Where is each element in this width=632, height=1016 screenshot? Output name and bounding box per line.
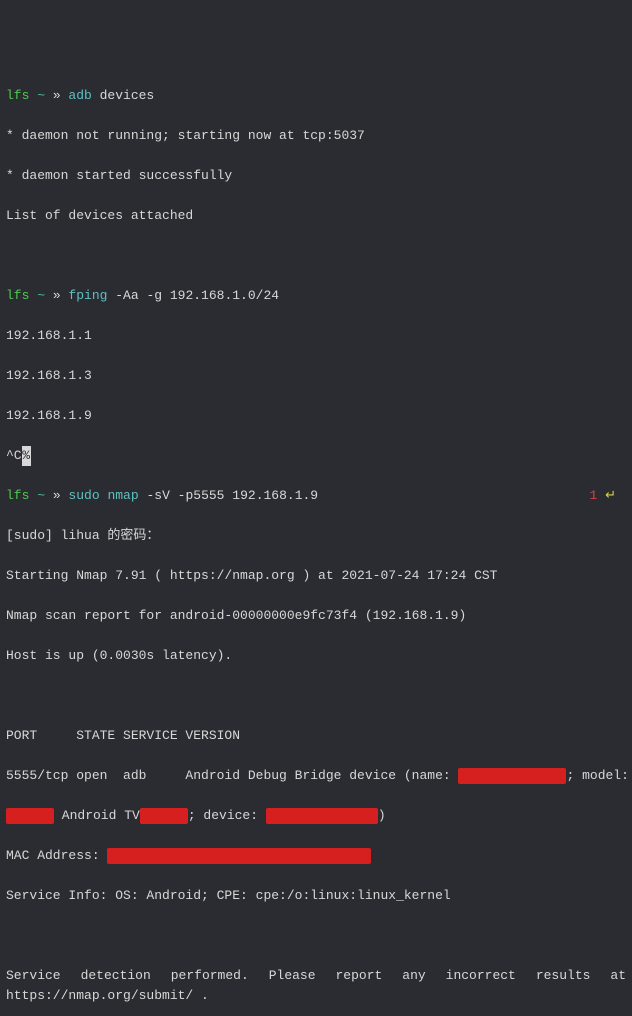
cmd3-args: -sV -p5555 192.168.1.9: [139, 488, 318, 503]
out2-ip1: 192.168.1.1: [6, 326, 626, 346]
blank-1: [6, 246, 626, 266]
prompt-arrow: »: [53, 88, 69, 103]
prompt-user: lfs: [6, 88, 29, 103]
portline-b: ; model:: [566, 768, 628, 783]
out3-mac: MAC Address:: [6, 846, 626, 866]
portline-d: ; device:: [188, 808, 266, 823]
out3-svc: Service Info: OS: Android; CPE: cpe:/o:l…: [6, 886, 626, 906]
error-indicator: 1 ↵: [589, 486, 616, 506]
mac-label: MAC Address:: [6, 848, 107, 863]
redaction-2b: [140, 808, 188, 824]
cmd1-program: adb: [68, 88, 91, 103]
portline-c: Android TV: [54, 808, 140, 823]
out3-pwprompt: [sudo] lihua 的密码：: [6, 526, 626, 546]
cmd1-args: devices: [92, 88, 154, 103]
prompt-sep: ~: [29, 288, 52, 303]
prompt-sep: ~: [29, 88, 52, 103]
cmd-line-2: lfs ~ » fping -Aa -g 192.168.1.0/24: [6, 286, 626, 306]
redaction-2: [6, 808, 54, 824]
cmd-line-3: lfs ~ » sudo nmap -sV -p5555 192.168.1.9…: [6, 486, 626, 506]
redaction-4: [107, 848, 371, 864]
cursor-icon: %: [22, 446, 31, 466]
blank-2: [6, 686, 626, 706]
prompt-user: lfs: [6, 488, 29, 503]
out3-host: Host is up (0.0030s latency).: [6, 646, 626, 666]
out3-start: Starting Nmap 7.91 ( https://nmap.org ) …: [6, 566, 626, 586]
out2-ip2: 192.168.1.3: [6, 366, 626, 386]
prompt-sep: ~: [29, 488, 52, 503]
cmd3-program: nmap: [107, 488, 138, 503]
redaction-1: [458, 768, 566, 784]
out3-portline2: Android TV ; device: ): [6, 806, 626, 826]
out3-header: PORT STATE SERVICE VERSION: [6, 726, 626, 746]
portline-a: 5555/tcp open adb Android Debug Bridge d…: [6, 768, 458, 783]
prompt-user: lfs: [6, 288, 29, 303]
cmd2-program: fping: [68, 288, 107, 303]
out3-detect: Service detection performed. Please repo…: [6, 966, 626, 1006]
out1-l2: * daemon started successfully: [6, 166, 626, 186]
out2-ip3: 192.168.1.9: [6, 406, 626, 426]
error-arrow-icon: ↵: [597, 488, 616, 503]
out3-report: Nmap scan report for android-00000000e9f…: [6, 606, 626, 626]
interrupt-prefix: ^C: [6, 448, 22, 463]
out1-l1: * daemon not running; starting now at tc…: [6, 126, 626, 146]
out2-interrupt: ^C%: [6, 446, 626, 466]
out3-portline: 5555/tcp open adb Android Debug Bridge d…: [6, 766, 626, 786]
prompt-arrow: »: [53, 488, 69, 503]
redaction-3: [266, 808, 378, 824]
out1-l3: List of devices attached: [6, 206, 626, 226]
blank-3: [6, 926, 626, 946]
prompt-arrow: »: [53, 288, 69, 303]
cmd2-args: -Aa -g 192.168.1.0/24: [107, 288, 279, 303]
cmd3-sudo: sudo: [68, 488, 99, 503]
cmd-line-1: lfs ~ » adb devices: [6, 86, 626, 106]
portline-e: ): [378, 808, 386, 823]
